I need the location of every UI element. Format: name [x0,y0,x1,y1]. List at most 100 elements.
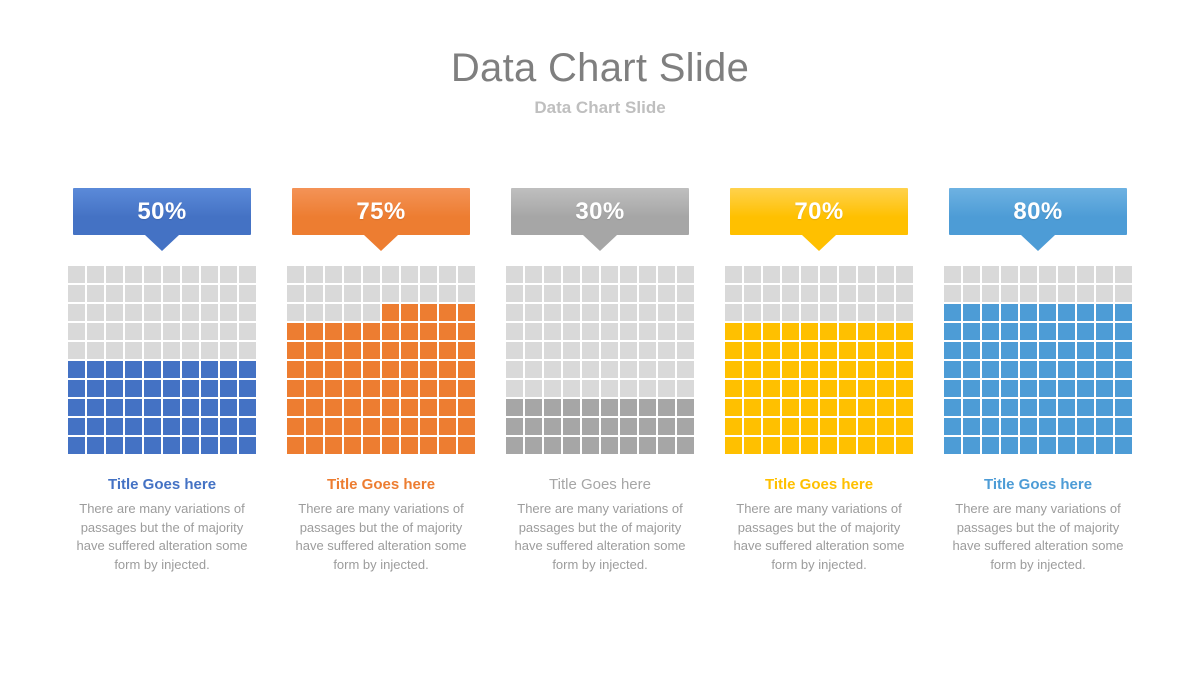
waffle-cell [182,285,199,302]
waffle-cell [744,399,761,416]
waffle-cell [563,285,580,302]
caption-title: Title Goes here [764,476,874,493]
waffle-cell [87,418,104,435]
waffle-cell [744,361,761,378]
waffle-cell [363,361,380,378]
waffle-cell [620,418,637,435]
waffle-cell [896,323,913,340]
waffle-cell [287,304,304,321]
waffle-cell [144,266,161,283]
waffle-cell [677,399,694,416]
waffle-cell [506,342,523,359]
chart-column: 70% Title Goes here There are many variati… [723,188,915,574]
waffle-cell [744,285,761,302]
waffle-cell [1058,304,1075,321]
waffle-cell [1020,323,1037,340]
waffle-cell [306,380,323,397]
slide-header: Data Chart Slide Data Chart Slide [0,42,1200,120]
waffle-cell [344,399,361,416]
waffle-cell [782,304,799,321]
waffle-cell [744,266,761,283]
waffle-cell [982,437,999,454]
waffle-cell [1115,323,1132,340]
banner-body: 30% [511,188,689,235]
waffle-cell [1077,399,1094,416]
waffle-cell [563,418,580,435]
waffle-cell [287,266,304,283]
waffle-cell [782,342,799,359]
waffle-cell [563,304,580,321]
waffle-grid [725,266,913,454]
percentage-banner[interactable]: 50% [73,188,251,251]
waffle-cell [896,342,913,359]
waffle-cell [677,437,694,454]
waffle-cell [582,437,599,454]
waffle-cell [677,266,694,283]
waffle-cell [744,418,761,435]
waffle-cell [877,437,894,454]
waffle-cell [1058,342,1075,359]
waffle-cell [525,361,542,378]
waffle-cell [1096,380,1113,397]
waffle-cell [239,304,256,321]
waffle-cell [601,361,618,378]
waffle-cell [201,418,218,435]
waffle-cell [801,380,818,397]
waffle-cell [87,380,104,397]
waffle-cell [325,380,342,397]
waffle-cell [639,361,656,378]
waffle-cell [896,285,913,302]
waffle-cell [1039,418,1056,435]
waffle-cell [1096,399,1113,416]
waffle-cell [801,323,818,340]
waffle-cell [382,418,399,435]
banner-body: 70% [730,188,908,235]
waffle-cell [582,266,599,283]
waffle-cell [820,323,837,340]
waffle-cell [87,285,104,302]
waffle-cell [782,418,799,435]
banner-body: 75% [292,188,470,235]
waffle-cell [1096,285,1113,302]
waffle-cell [306,399,323,416]
waffle-cell [858,418,875,435]
waffle-cell [896,418,913,435]
waffle-cell [325,399,342,416]
waffle-cell [763,437,780,454]
waffle-cell [458,418,475,435]
waffle-cell [344,304,361,321]
waffle-cell [839,266,856,283]
waffle-cell [1020,418,1037,435]
waffle-cell [401,437,418,454]
percentage-banner[interactable]: 70% [730,188,908,251]
waffle-cell [220,266,237,283]
waffle-cell [1115,342,1132,359]
waffle-cell [601,437,618,454]
waffle-cell [944,399,961,416]
waffle-cell [1077,361,1094,378]
waffle-cell [325,342,342,359]
waffle-cell [820,380,837,397]
waffle-cell [896,304,913,321]
waffle-cell [1058,323,1075,340]
waffle-cell [182,418,199,435]
waffle-cell [563,323,580,340]
waffle-cell [525,418,542,435]
percentage-banner[interactable]: 30% [511,188,689,251]
waffle-cell [658,323,675,340]
waffle-cell [525,437,542,454]
waffle-cell [744,304,761,321]
percentage-banner[interactable]: 80% [949,188,1127,251]
waffle-cell [801,304,818,321]
waffle-cell [782,266,799,283]
waffle-cell [401,323,418,340]
waffle-cell [163,342,180,359]
caption-body-text: There are many variations of passages bu… [295,501,467,572]
waffle-cell [677,418,694,435]
waffle-cell [163,323,180,340]
waffle-cell [1077,285,1094,302]
waffle-cell [544,304,561,321]
waffle-cell [1115,285,1132,302]
percentage-banner[interactable]: 75% [292,188,470,251]
waffle-cell [601,323,618,340]
